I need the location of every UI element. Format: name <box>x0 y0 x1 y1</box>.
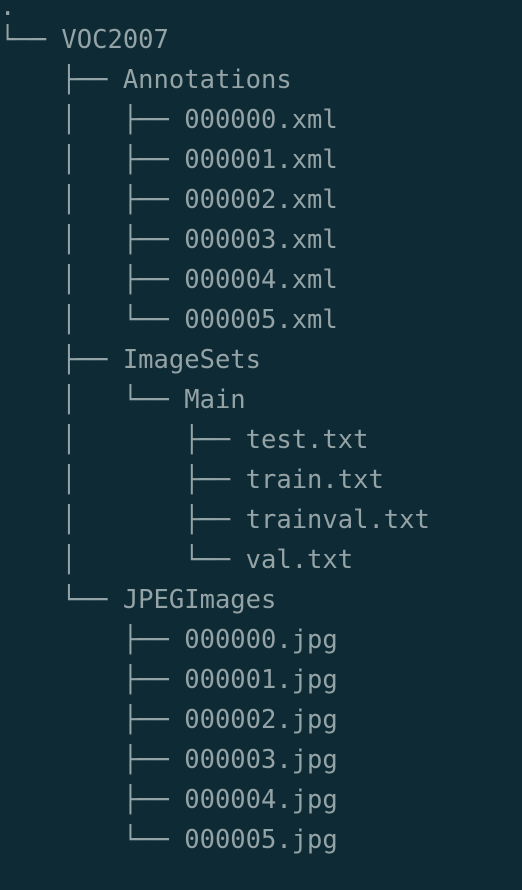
tree-line-file: │ └── val.txt <box>0 540 353 580</box>
tree-entry-name: 000001.xml <box>184 145 338 175</box>
tree-connector: │ ├── <box>0 265 185 295</box>
terminal-output: . └── VOC2007 ├── Annotations │ ├── 0000… <box>0 0 522 890</box>
tree-connector: │ ├── <box>0 105 185 135</box>
tree-entry-name: val.txt <box>245 545 354 575</box>
tree-line-file: ├── 000002.jpg <box>0 700 338 740</box>
tree-line-file: │ ├── 000001.xml <box>0 140 338 180</box>
tree-entry-name: Main <box>184 385 246 415</box>
tree-line-file: ├── 000000.jpg <box>0 620 338 660</box>
tree-connector: │ ├── <box>0 145 185 175</box>
tree-connector: │ ├── <box>0 505 246 535</box>
tree-entry-name: trainval.txt <box>245 505 430 535</box>
tree-entry-name: 000001.jpg <box>184 665 338 695</box>
tree-connector: └── <box>0 585 123 615</box>
tree-line-jpegimages: └── JPEGImages <box>0 580 276 620</box>
tree-root-dot: . <box>0 0 16 22</box>
tree-line-file: ├── 000004.jpg <box>0 780 338 820</box>
tree-connector: │ └── <box>0 385 185 415</box>
tree-line-file: │ ├── 000003.xml <box>0 220 338 260</box>
tree-line-file: │ ├── test.txt <box>0 420 368 460</box>
tree-line-file: │ ├── 000004.xml <box>0 260 338 300</box>
tree-entry-name: 000004.xml <box>184 265 338 295</box>
tree-entry-name: train.txt <box>245 465 384 495</box>
tree-line-file: ├── 000003.jpg <box>0 740 338 780</box>
tree-line-voc2007: └── VOC2007 <box>0 20 169 60</box>
tree-line-file: │ ├── 000002.xml <box>0 180 338 220</box>
tree-connector: ├── <box>0 65 123 95</box>
tree-entry-name: ImageSets <box>122 345 261 375</box>
tree-line-main: │ └── Main <box>0 380 246 420</box>
tree-connector: ├── <box>0 705 185 735</box>
tree-connector: └── <box>0 825 185 855</box>
tree-entry-name: JPEGImages <box>122 585 277 615</box>
tree-line-file: ├── 000001.jpg <box>0 660 338 700</box>
tree-line-file: └── 000005.jpg <box>0 820 338 860</box>
tree-line-file: │ ├── 000000.xml <box>0 100 338 140</box>
tree-line-file: │ ├── trainval.txt <box>0 500 430 540</box>
tree-connector: ├── <box>0 665 185 695</box>
tree-entry-name: 000003.xml <box>184 225 338 255</box>
tree-entry-name: 000004.jpg <box>184 785 338 815</box>
tree-connector: │ └── <box>0 545 246 575</box>
tree-entry-name: 000000.xml <box>184 105 338 135</box>
tree-connector: └── <box>0 25 62 55</box>
tree-connector: ├── <box>0 785 185 815</box>
tree-entry-name: test.txt <box>245 425 369 455</box>
tree-entry-name: 000003.jpg <box>184 745 338 775</box>
tree-line-file: │ └── 000005.xml <box>0 300 338 340</box>
tree-entry-name: 000002.jpg <box>184 705 338 735</box>
tree-line-file: │ ├── train.txt <box>0 460 384 500</box>
tree-connector: │ ├── <box>0 425 246 455</box>
tree-connector: ├── <box>0 625 185 655</box>
tree-connector: │ └── <box>0 305 185 335</box>
tree-line-annotations: ├── Annotations <box>0 60 292 100</box>
tree-entry-name: 000005.xml <box>184 305 338 335</box>
tree-connector: │ ├── <box>0 465 246 495</box>
tree-line-imagesets: ├── ImageSets <box>0 340 261 380</box>
tree-connector: │ ├── <box>0 185 185 215</box>
tree-entry-name: 000002.xml <box>184 185 338 215</box>
tree-entry-name: VOC2007 <box>61 25 169 55</box>
tree-connector: ├── <box>0 745 185 775</box>
tree-entry-name: 000005.jpg <box>184 825 338 855</box>
tree-connector: │ ├── <box>0 225 185 255</box>
tree-connector: ├── <box>0 345 123 375</box>
tree-entry-name: 000000.jpg <box>184 625 338 655</box>
tree-entry-name: Annotations <box>122 65 292 95</box>
